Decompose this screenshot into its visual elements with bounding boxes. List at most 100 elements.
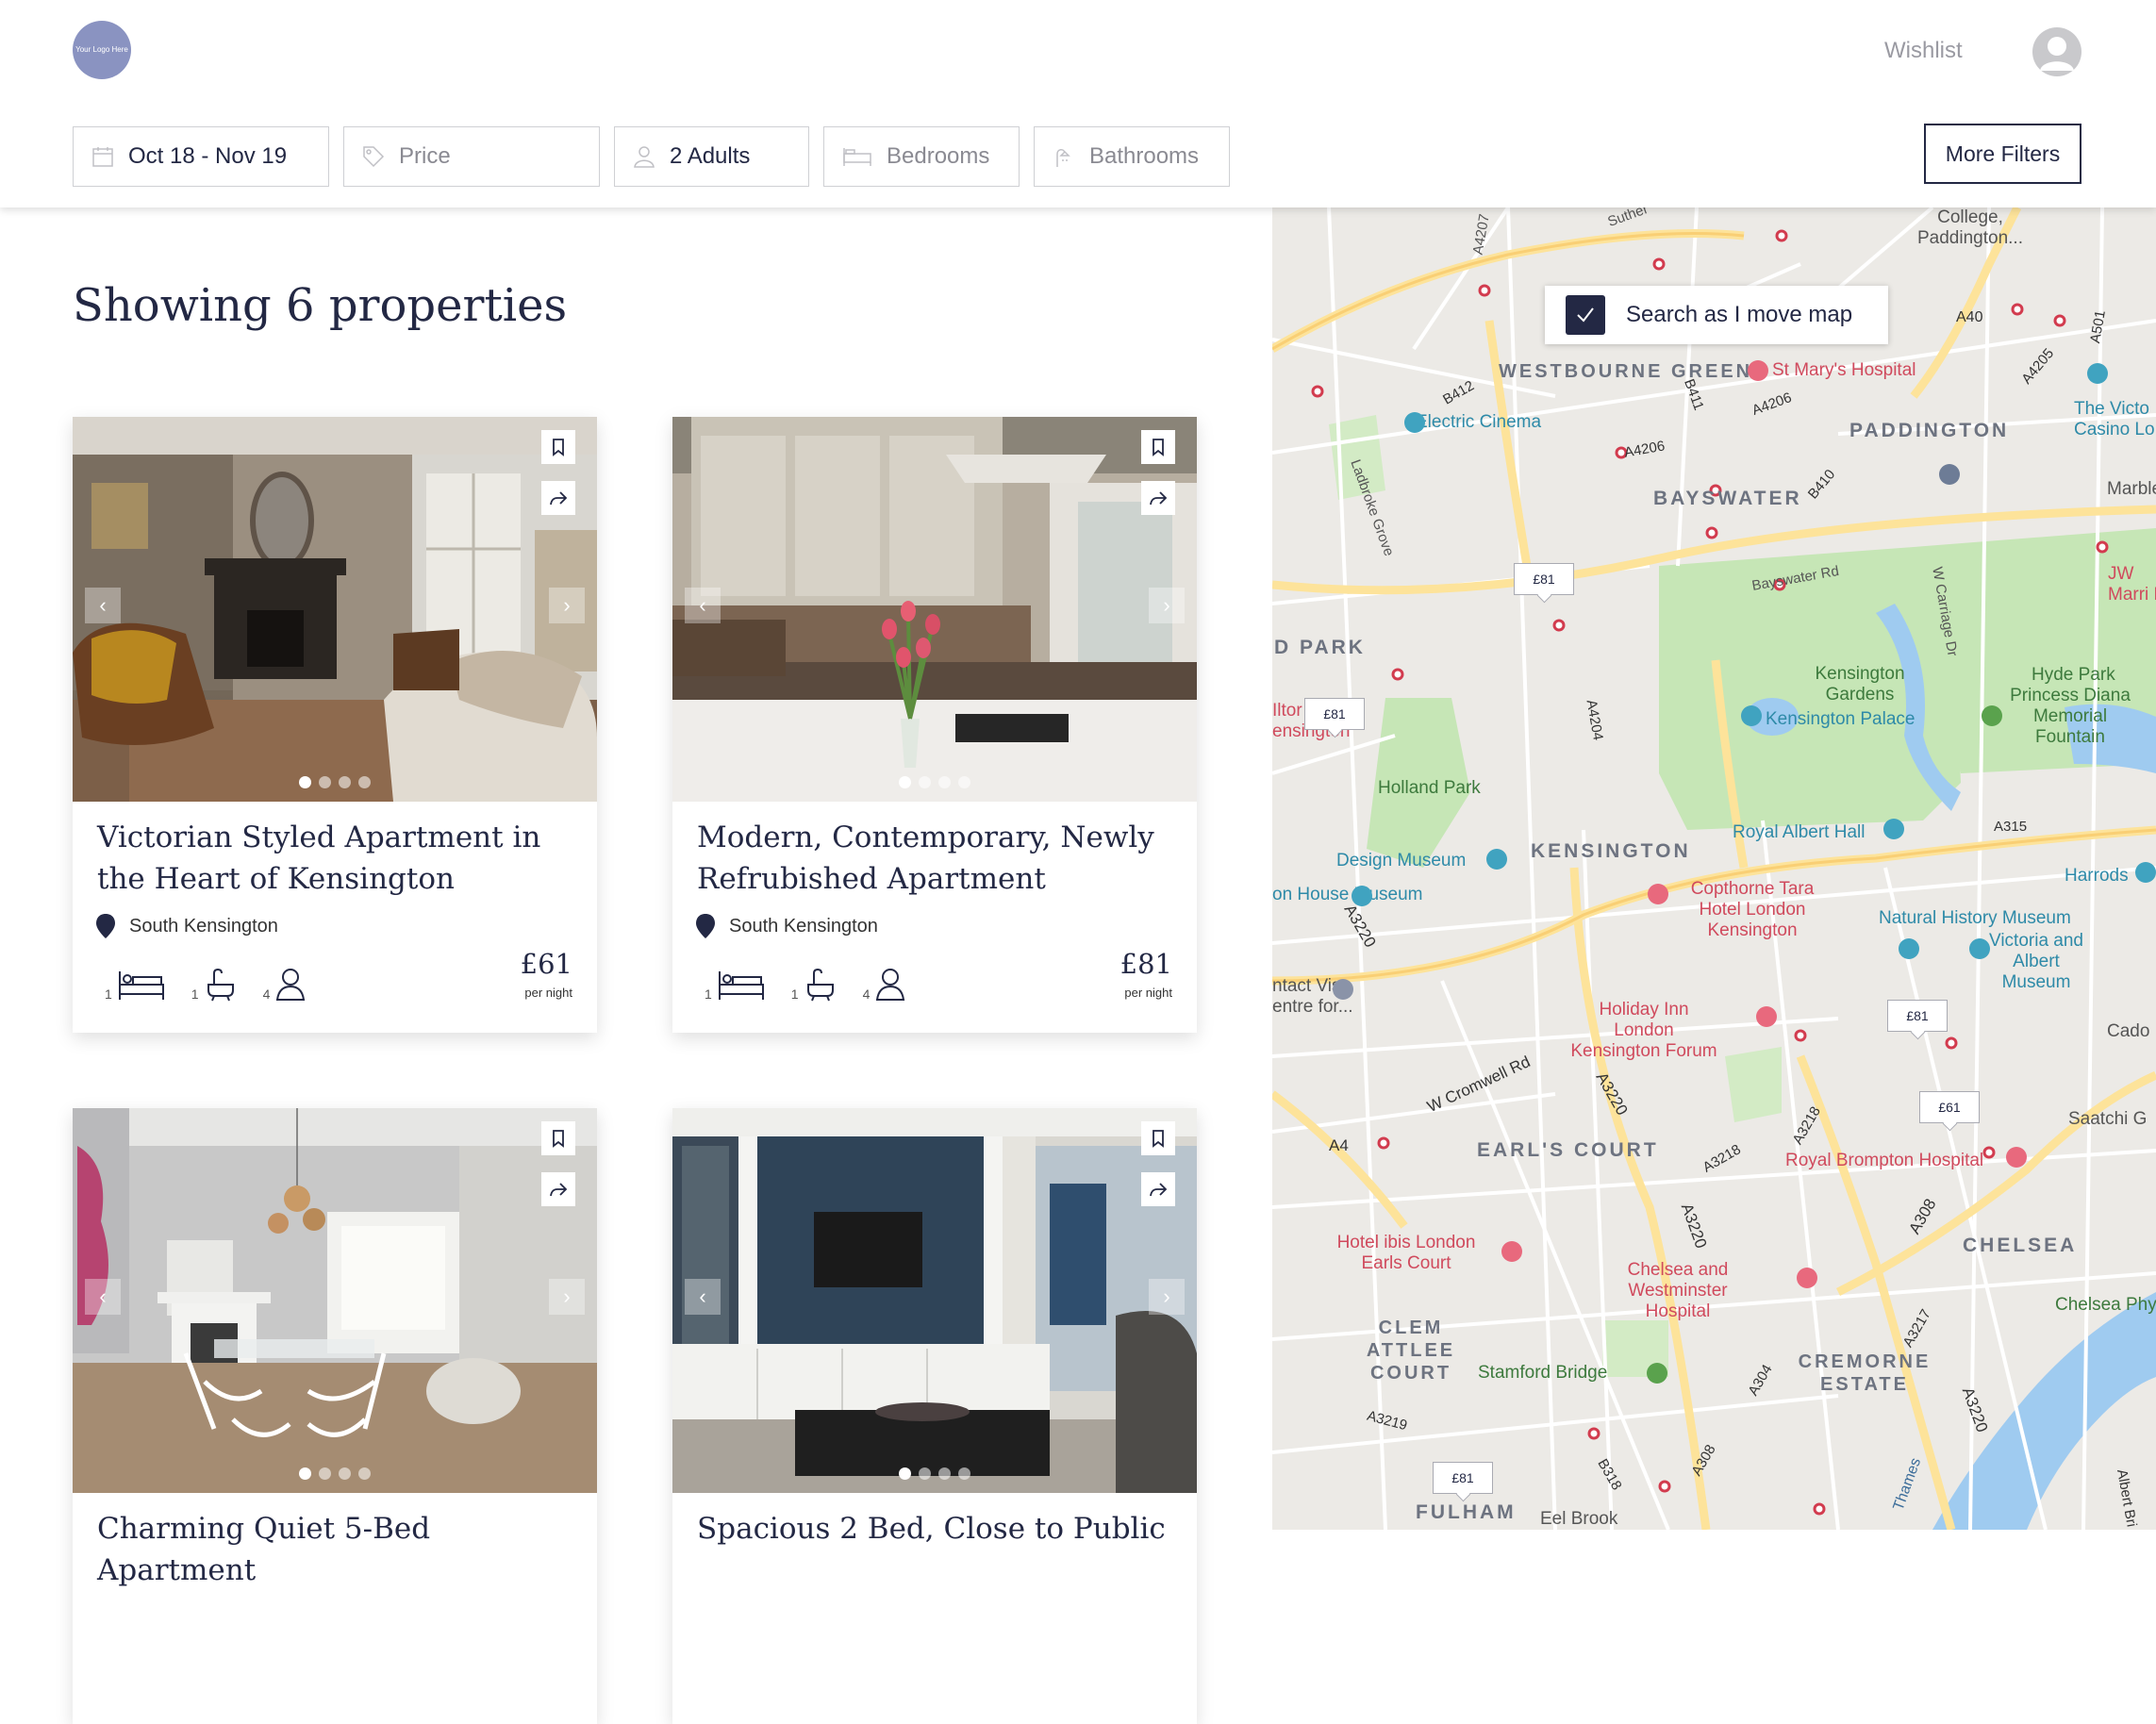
wishlist-link[interactable]: Wishlist	[1884, 38, 1963, 64]
pagination-dot[interactable]	[319, 776, 331, 788]
pagination-dot[interactable]	[938, 1467, 951, 1480]
bedrooms-filter[interactable]: Bedrooms	[823, 126, 1020, 187]
bookmark-button[interactable]	[541, 430, 575, 464]
date-range-filter[interactable]: Oct 18 - Nov 19	[73, 126, 329, 187]
listing-card[interactable]: ‹ › Modern, Contemporary, Newly Refrubis…	[672, 417, 1197, 1033]
listing-title[interactable]: Victorian Styled Apartment in the Heart …	[97, 817, 578, 900]
pagination-dot[interactable]	[299, 776, 311, 788]
previous-photo-button[interactable]: ‹	[685, 588, 721, 623]
guests-filter[interactable]: 2 Adults	[614, 126, 809, 187]
listing-photo[interactable]: ‹ ›	[672, 1108, 1197, 1493]
search-as-move-label: Search as I move map	[1626, 302, 1853, 327]
results-heading: Showing 6 properties	[73, 279, 568, 332]
photo-pagination	[73, 776, 597, 788]
place-label: Chelsea Phy	[2055, 1295, 2156, 1315]
more-filters-button[interactable]: More Filters	[1924, 124, 2081, 184]
hotel-poi-icon[interactable]	[1501, 1241, 1522, 1262]
share-button[interactable]	[541, 1172, 575, 1206]
bookmark-icon	[1153, 1130, 1164, 1148]
bathrooms-value: 1	[191, 986, 199, 1002]
lounge-photo	[672, 1108, 1197, 1493]
previous-photo-button[interactable]: ‹	[85, 588, 121, 623]
previous-photo-button[interactable]: ‹	[85, 1279, 121, 1315]
stadium-poi-icon[interactable]	[1647, 1363, 1667, 1384]
pagination-dot[interactable]	[919, 776, 931, 788]
pagination-dot[interactable]	[899, 776, 911, 788]
user-avatar[interactable]	[2032, 27, 2081, 76]
pagination-dot[interactable]	[339, 776, 351, 788]
hospital-poi-icon[interactable]	[2006, 1147, 2027, 1168]
map-price-marker[interactable]: £61	[1919, 1091, 1980, 1123]
museum-poi-icon[interactable]	[1969, 938, 1990, 959]
share-button[interactable]	[1141, 1172, 1175, 1206]
guests-count: 4	[263, 968, 307, 1002]
road-label: A40	[1956, 309, 1983, 325]
bookmark-button[interactable]	[1141, 1121, 1175, 1155]
listing-title[interactable]: Charming Quiet 5-Bed Apartment	[97, 1508, 578, 1591]
cinema-poi-icon[interactable]	[1404, 412, 1425, 433]
bathrooms-value: 1	[790, 986, 799, 1002]
pagination-dot[interactable]	[938, 776, 951, 788]
next-photo-button[interactable]: ›	[1149, 1279, 1185, 1315]
concert-hall-poi-icon[interactable]	[1883, 819, 1904, 839]
next-photo-button[interactable]: ›	[1149, 588, 1185, 623]
listing-card[interactable]: ‹ › Spacious 2 Bed, Close to Public	[672, 1108, 1197, 1724]
place-label: Hyde Park	[2032, 665, 2115, 685]
office-poi-icon[interactable]	[1333, 979, 1353, 1000]
bookmark-button[interactable]	[1141, 430, 1175, 464]
listing-card[interactable]: ‹ › Victorian Styled Apartment in the He…	[73, 417, 597, 1033]
brand-logo[interactable]: Your Logo Here	[73, 21, 131, 79]
pagination-dot[interactable]	[358, 1467, 371, 1480]
price-filter[interactable]: Price	[343, 126, 600, 187]
pagination-dot[interactable]	[299, 1467, 311, 1480]
bathrooms-count: 1	[791, 968, 837, 1002]
hotel-poi-icon[interactable]	[1756, 1006, 1777, 1027]
bathrooms-count: 1	[191, 968, 237, 1002]
pagination-dot[interactable]	[919, 1467, 931, 1480]
place-label: Princess Diana Memorial Fountain	[2010, 686, 2131, 747]
museum-poi-icon[interactable]	[1486, 849, 1507, 870]
share-button[interactable]	[1141, 481, 1175, 515]
hospital-poi-icon[interactable]	[1748, 360, 1768, 381]
next-photo-button[interactable]: ›	[549, 588, 585, 623]
pagination-dot[interactable]	[339, 1467, 351, 1480]
listing-photo[interactable]: ‹ ›	[73, 1108, 597, 1493]
map-panel[interactable]: WESTBOURNE GREEN PADDINGTON BAYSWATER D …	[1272, 207, 2156, 1530]
bathrooms-filter[interactable]: Bathrooms	[1034, 126, 1230, 187]
next-photo-button[interactable]: ›	[549, 1279, 585, 1315]
pagination-dot[interactable]	[958, 776, 970, 788]
university-poi-icon[interactable]	[1939, 464, 1960, 485]
pagination-dot[interactable]	[899, 1467, 911, 1480]
museum-poi-icon[interactable]	[1899, 938, 1919, 959]
location-pin-icon	[696, 914, 715, 938]
previous-photo-button[interactable]: ‹	[685, 1279, 721, 1315]
hotel-poi-icon[interactable]	[1648, 884, 1668, 904]
listing-price: £81 per night	[1120, 948, 1172, 1000]
palace-poi-icon[interactable]	[1741, 705, 1762, 726]
listing-title[interactable]: Modern, Contemporary, Newly Refrubished …	[697, 817, 1178, 900]
map-price-marker[interactable]: £81	[1887, 1000, 1948, 1032]
place-label: Royal Brompton Hospital	[1785, 1151, 1984, 1170]
photo-pagination	[73, 1467, 597, 1480]
listing-title[interactable]: Spacious 2 Bed, Close to Public	[697, 1508, 1178, 1550]
map-price-marker[interactable]: £81	[1304, 698, 1365, 730]
casino-poi-icon[interactable]	[2087, 363, 2108, 384]
search-as-move-checkbox[interactable]	[1566, 295, 1605, 335]
fountain-poi-icon[interactable]	[1982, 705, 2002, 726]
pagination-dot[interactable]	[358, 776, 371, 788]
search-as-move-toggle[interactable]: Search as I move map	[1545, 286, 1888, 344]
bookmark-icon	[1153, 439, 1164, 456]
map-price-marker[interactable]: £81	[1514, 563, 1574, 595]
share-button[interactable]	[541, 481, 575, 515]
place-label: Kensington Gardens	[1815, 664, 1905, 705]
hospital-poi-icon[interactable]	[1797, 1268, 1817, 1288]
pagination-dot[interactable]	[319, 1467, 331, 1480]
shopping-poi-icon[interactable]	[2135, 862, 2156, 883]
pagination-dot[interactable]	[958, 1467, 970, 1480]
listing-card[interactable]: ‹ › Charming Quiet 5-Bed Apartment	[73, 1108, 597, 1724]
map-price-marker[interactable]: £81	[1433, 1462, 1493, 1494]
listing-photo[interactable]: ‹ ›	[73, 417, 597, 802]
museum-poi-icon[interactable]	[1352, 886, 1372, 906]
listing-photo[interactable]: ‹ ›	[672, 417, 1197, 802]
bookmark-button[interactable]	[541, 1121, 575, 1155]
